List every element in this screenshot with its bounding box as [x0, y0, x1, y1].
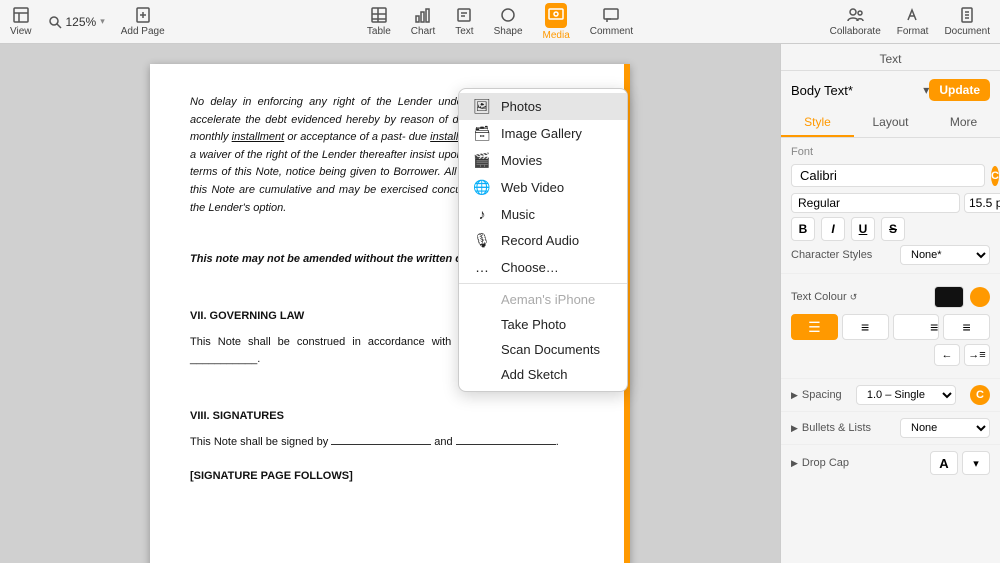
dropcap-text-button[interactable]: A: [930, 451, 958, 475]
font-change-button[interactable]: C: [991, 166, 999, 186]
align-right-button[interactable]: ≡: [893, 314, 940, 340]
dropcap-row: ▶ Drop Cap A ▾: [781, 445, 1000, 481]
color-options-button[interactable]: [970, 287, 990, 307]
menu-item-aemans-iphone: Aeman's iPhone: [459, 287, 627, 312]
align-row: ☰ ≡ ≡ ≡: [791, 314, 990, 340]
font-style-row: C: [791, 193, 990, 213]
font-size-input[interactable]: [964, 193, 1000, 213]
strikethrough-button[interactable]: S: [881, 217, 905, 241]
update-button[interactable]: Update: [929, 79, 990, 101]
font-section-label: Font: [791, 146, 990, 158]
spacing-change-button[interactable]: C: [970, 385, 990, 405]
font-name-row: C: [791, 164, 990, 187]
web-video-icon: 🌐: [473, 179, 491, 196]
dropcap-buttons: A ▾: [930, 451, 990, 475]
menu-separator-1: [459, 283, 627, 284]
color-swatch[interactable]: [934, 286, 964, 308]
record-audio-icon: 🎙: [473, 232, 491, 249]
color-swatch-row: [934, 286, 990, 308]
menu-item-scan-documents[interactable]: Scan Documents: [459, 337, 627, 362]
spacing-label: ▶ Spacing: [791, 389, 842, 401]
char-styles-row: Character Styles None*: [791, 245, 990, 265]
indent-decrease-button[interactable]: ←: [934, 344, 960, 366]
menu-item-movies[interactable]: 🎬 Movies: [459, 147, 627, 174]
menu-item-image-gallery[interactable]: 🗃 Image Gallery: [459, 120, 627, 147]
align-center-button[interactable]: ≡: [842, 314, 889, 340]
media-dropdown-menu: 🖼 Photos 🗃 Image Gallery 🎬 Movies 🌐 Web …: [458, 88, 628, 392]
tab-layout[interactable]: Layout: [854, 109, 927, 137]
dropcap-label: ▶ Drop Cap: [791, 457, 849, 469]
sig-line-1: [331, 444, 431, 445]
main-area: No delay in enforcing any right of the L…: [0, 44, 1000, 563]
font-style-input[interactable]: [791, 193, 960, 213]
char-styles-select[interactable]: None*: [900, 245, 990, 265]
media-button[interactable]: Media: [543, 3, 570, 41]
sig-page-follows: [SIGNATURE PAGE FOLLOWS]: [190, 468, 590, 486]
text-button[interactable]: Text: [455, 6, 473, 37]
table-button[interactable]: Table: [367, 6, 391, 37]
toolbar-left: View 125% ▾ Add Page: [10, 6, 351, 37]
toolbar: View 125% ▾ Add Page Table Chart Text Sh…: [0, 0, 1000, 44]
image-gallery-icon: 🗃: [473, 125, 491, 142]
choose-icon: …: [473, 259, 491, 275]
spacing-select[interactable]: 1.0 – Single: [856, 385, 956, 405]
view-button[interactable]: View: [10, 6, 32, 37]
add-page-button[interactable]: Add Page: [121, 6, 165, 37]
tab-row: Style Layout More: [781, 109, 1000, 138]
music-icon: ♪: [473, 206, 491, 222]
chart-button[interactable]: Chart: [411, 6, 435, 37]
zoom-control[interactable]: 125% ▾: [48, 15, 105, 29]
toolbar-center: Table Chart Text Shape Media Comment: [367, 3, 633, 41]
menu-item-choose[interactable]: … Choose…: [459, 254, 627, 280]
menu-item-music[interactable]: ♪ Music: [459, 201, 627, 227]
section-8-body: This Note shall be signed by and .: [190, 434, 590, 452]
menu-item-photos[interactable]: 🖼 Photos: [459, 93, 627, 120]
section-8-heading: VIII. SIGNATURES: [190, 408, 590, 426]
sig-line-2: [456, 444, 556, 445]
movies-icon: 🎬: [473, 152, 491, 169]
tab-more[interactable]: More: [927, 109, 1000, 137]
menu-item-web-video[interactable]: 🌐 Web Video: [459, 174, 627, 201]
shape-button[interactable]: Shape: [494, 6, 523, 37]
spacing-row: ▶ Spacing 1.0 – Single C: [781, 379, 1000, 412]
collaborate-button[interactable]: Collaborate: [830, 6, 881, 37]
document-area: No delay in enforcing any right of the L…: [0, 44, 780, 563]
format-buttons: B I U S: [791, 217, 990, 241]
align-left-button[interactable]: ☰: [791, 314, 838, 340]
style-bar: Body Text* ▾ Update: [781, 71, 1000, 109]
bullets-select[interactable]: None: [900, 418, 990, 438]
photos-icon: 🖼: [473, 98, 491, 115]
indent-row: ← →≡: [791, 344, 990, 366]
bullets-row: ▶ Bullets & Lists None: [781, 412, 1000, 445]
menu-item-take-photo[interactable]: Take Photo: [459, 312, 627, 337]
bold-button[interactable]: B: [791, 217, 815, 241]
format-button[interactable]: Format: [897, 6, 929, 37]
color-row: Text Colour ↺: [791, 286, 990, 308]
font-section: Font C C B I U S Character Styles: [781, 138, 1000, 274]
toolbar-right: Collaborate Format Document: [649, 6, 990, 37]
color-section: Text Colour ↺ ☰ ≡ ≡ ≡ ← →≡: [781, 274, 1000, 379]
menu-item-add-sketch[interactable]: Add Sketch: [459, 362, 627, 387]
font-name-input[interactable]: [791, 164, 985, 187]
document-button[interactable]: Document: [944, 6, 990, 37]
bullets-label: ▶ Bullets & Lists: [791, 422, 871, 434]
comment-button[interactable]: Comment: [590, 6, 633, 37]
right-panel: Text Body Text* ▾ Update Style Layout Mo…: [780, 44, 1000, 563]
panel-title: Text: [781, 44, 1000, 71]
align-justify-button[interactable]: ≡: [943, 314, 990, 340]
text-color-label: Text Colour ↺: [791, 291, 857, 303]
underline-button[interactable]: U: [851, 217, 875, 241]
style-label: Body Text*: [791, 83, 923, 98]
menu-item-record-audio[interactable]: 🎙 Record Audio: [459, 227, 627, 254]
char-styles-label: Character Styles: [791, 249, 872, 261]
tab-style[interactable]: Style: [781, 109, 854, 137]
dropcap-options-button[interactable]: ▾: [962, 451, 990, 475]
italic-button[interactable]: I: [821, 217, 845, 241]
indent-increase-button[interactable]: →≡: [964, 344, 990, 366]
